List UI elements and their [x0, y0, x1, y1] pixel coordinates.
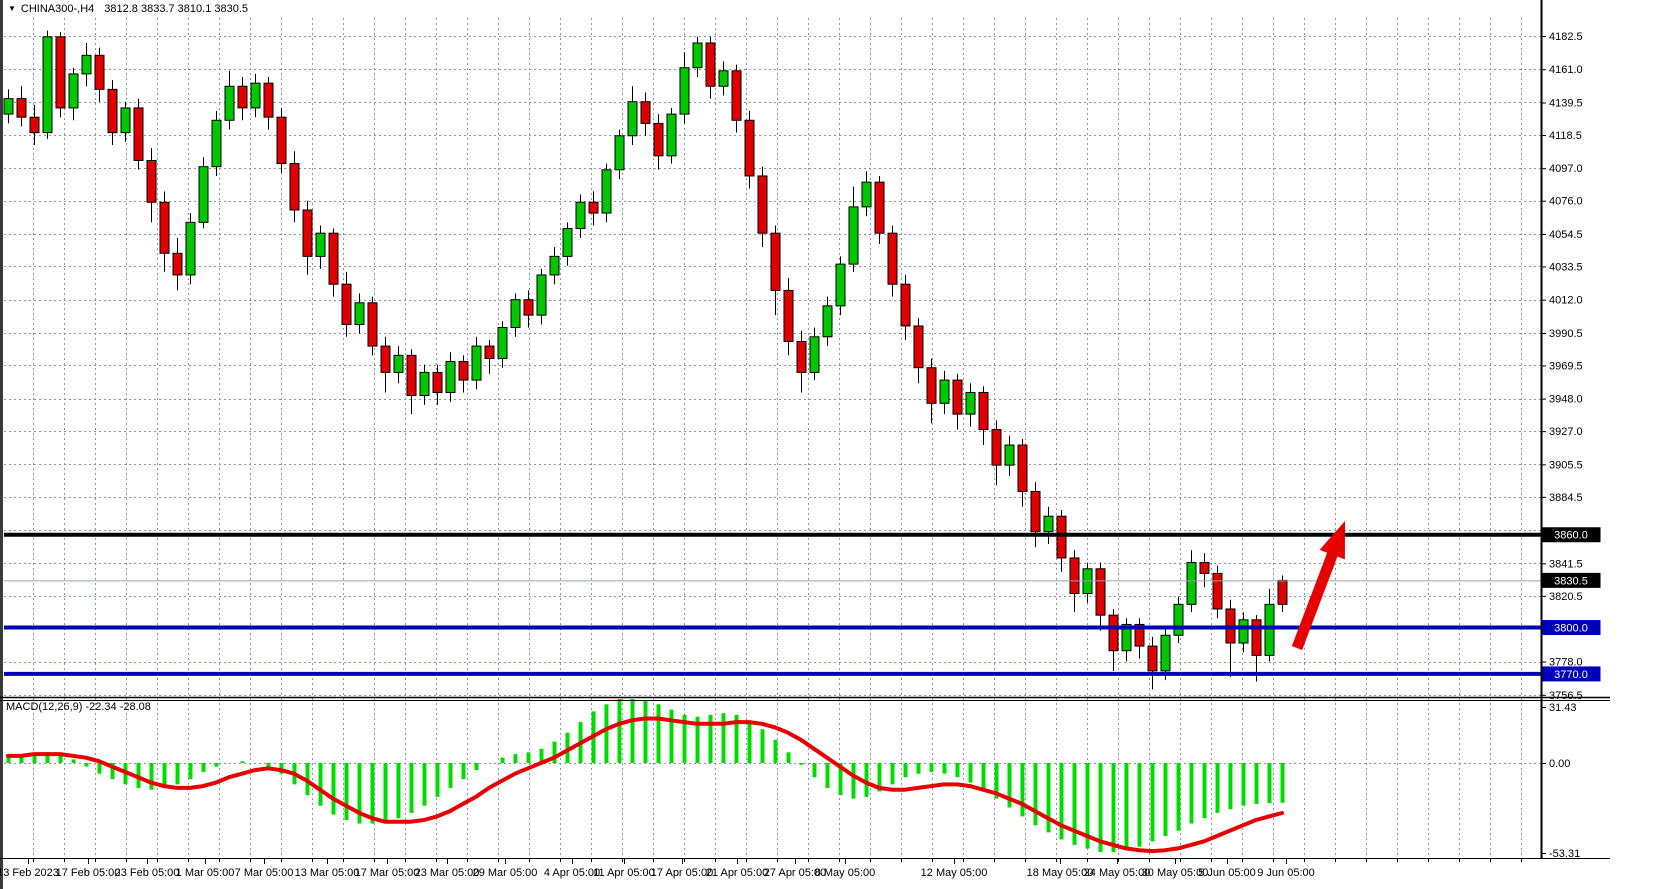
date-tick-label: 21 Apr 05:00	[706, 867, 768, 879]
price-badge-label: 3800.0	[1554, 623, 1588, 635]
macd-axis-labels[interactable]: 31.43 0.00 -53.31	[1541, 702, 1580, 860]
price-tick-label: 3905.5	[1549, 459, 1583, 471]
price-tick-label: 3969.5	[1549, 360, 1583, 372]
date-tick-label: 23 Mar 05:00	[415, 867, 480, 879]
symbol-period-label: CHINA300-,H4	[21, 3, 94, 15]
date-tick-label: 24 May 05:00	[1084, 867, 1151, 879]
price-tick-label: 3927.0	[1549, 426, 1583, 438]
price-tick-label: 4054.5	[1549, 229, 1583, 241]
date-tick-label: 1 Mar 05:00	[176, 867, 235, 879]
price-tick-label: 4076.0	[1549, 196, 1583, 208]
date-tick-label: 7 Mar 05:00	[235, 867, 294, 879]
trend-arrow-head[interactable]	[1320, 521, 1345, 559]
time-axis-labels[interactable]: 13 Feb 202317 Feb 05:0023 Feb 05:001 Mar…	[0, 858, 1522, 879]
price-tick-label: 4097.0	[1549, 163, 1583, 175]
symbol-dropdown-icon[interactable]: ▼	[8, 4, 16, 13]
date-tick-label: 29 Mar 05:00	[473, 867, 538, 879]
grid	[4, 18, 1541, 857]
price-tick-label: 4118.5	[1549, 130, 1582, 142]
date-tick-label: 5 Jun 05:00	[1198, 867, 1256, 879]
date-tick-label: 12 May 05:00	[921, 867, 988, 879]
price-badge-label: 3770.0	[1554, 669, 1588, 681]
macd-indicator-label: MACD(12,26,9) -22.34 -28.08	[6, 701, 151, 713]
date-tick-label: 23 Feb 05:00	[115, 867, 180, 879]
date-tick-label: 4 Apr 05:00	[544, 867, 600, 879]
price-tick-label: 3756.5	[1549, 690, 1583, 702]
date-tick-label: 8 May 05:00	[815, 867, 876, 879]
date-tick-label: 11 Apr 05:00	[593, 867, 655, 879]
date-tick-label: 9 Jun 05:00	[1257, 867, 1315, 879]
candlesticks	[4, 31, 1287, 690]
macd-tick-label: 0.00	[1549, 758, 1570, 770]
chart-canvas[interactable]: 4182.5 4161.0 4139.5 4118.5 4097.0 4076.0 4054…	[0, 0, 1671, 889]
chart-title-bar: ▼ CHINA300-,H4 3812.8 3833.7 3810.1 3830.5	[8, 3, 248, 19]
macd-histogram	[9, 699, 1283, 852]
price-tick-label: 3884.5	[1549, 492, 1583, 504]
price-badge-label: 3860.0	[1554, 530, 1588, 542]
price-tick-label: 4182.5	[1549, 31, 1583, 43]
date-tick-label: 17 Feb 05:00	[56, 867, 121, 879]
price-axis-labels[interactable]: 4182.5 4161.0 4139.5 4118.5 4097.0 4076.0 4054…	[1541, 31, 1583, 702]
date-tick-label: 17 Mar 05:00	[355, 867, 420, 879]
macd-tick-label: 31.43	[1549, 702, 1577, 714]
price-tick-label: 3990.5	[1549, 328, 1583, 340]
panel-borders	[0, 0, 1610, 859]
date-tick-label: 17 Apr 05:00	[651, 867, 713, 879]
macd-tick-label: -53.31	[1549, 848, 1580, 860]
date-tick-label: 13 Mar 05:00	[295, 867, 360, 879]
price-tick-label: 4161.0	[1549, 64, 1583, 76]
price-tick-label: 4139.5	[1549, 97, 1583, 109]
price-tick-label: 3948.0	[1549, 394, 1583, 406]
price-badge-label: 3830.5	[1554, 575, 1588, 587]
price-tick-label: 4033.5	[1549, 261, 1583, 273]
price-tick-label: 3820.5	[1549, 591, 1583, 603]
chart-window: 4182.5 4161.0 4139.5 4118.5 4097.0 4076.0 4054…	[0, 0, 1671, 889]
ohlc-values: 3812.8 3833.7 3810.1 3830.5	[104, 3, 248, 15]
price-tick-label: 4012.0	[1549, 295, 1583, 307]
price-tick-label: 3841.5	[1549, 558, 1583, 570]
date-tick-label: 13 Feb 2023	[0, 867, 59, 879]
